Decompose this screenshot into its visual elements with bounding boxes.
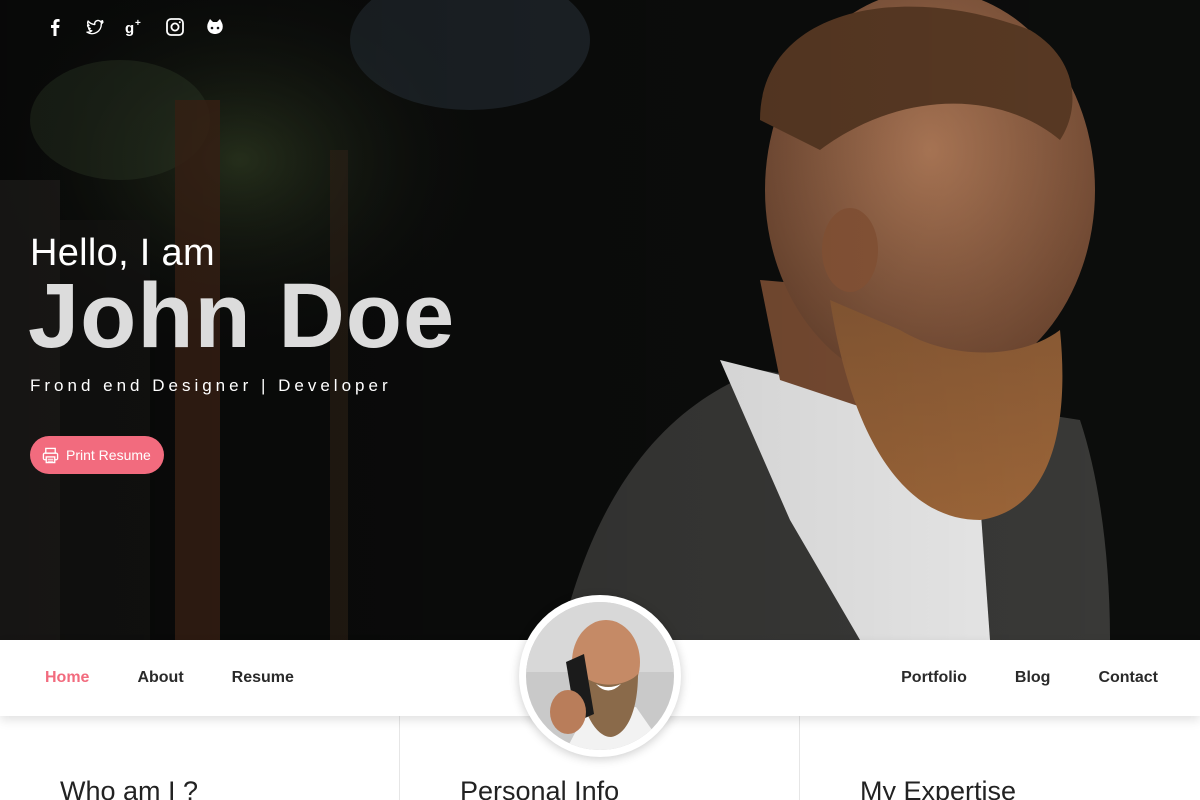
hero-name: John Doe [28,265,456,367]
avatar-photo [526,602,674,750]
nav-blog[interactable]: Blog [1015,669,1051,687]
print-resume-label: Print Resume [66,447,151,463]
who-am-i-heading: Who am I ? [60,776,199,800]
personal-info-heading: Personal Info [460,776,620,800]
nav-right-group: Portfolio Blog Contact [901,640,1158,716]
expertise-column: My Expertise [800,716,1200,800]
svg-text:g: g [125,20,134,37]
twitter-icon[interactable] [84,16,106,38]
print-resume-button[interactable]: Print Resume [30,436,164,474]
facebook-icon[interactable] [44,16,66,38]
svg-text:+: + [135,18,141,29]
profile-avatar [519,595,681,757]
instagram-icon[interactable] [164,16,186,38]
hero-section: g + Hello, I am John Doe Frond end Design… [0,0,1200,640]
social-links: g + [44,16,226,38]
printer-icon [42,447,59,463]
nav-contact[interactable]: Contact [1098,669,1158,687]
nav-left-group: Home About Resume [45,640,294,716]
nav-home[interactable]: Home [45,669,89,687]
nav-about[interactable]: About [137,669,183,687]
about-column: Who am I ? [0,716,400,800]
nav-resume[interactable]: Resume [232,669,294,687]
my-expertise-heading: My Expertise [860,776,1017,800]
nav-portfolio[interactable]: Portfolio [901,669,967,687]
hero-role: Frond end Designer | Developer [30,376,392,395]
google-plus-icon[interactable]: g + [124,16,146,38]
github-icon[interactable] [204,16,226,38]
